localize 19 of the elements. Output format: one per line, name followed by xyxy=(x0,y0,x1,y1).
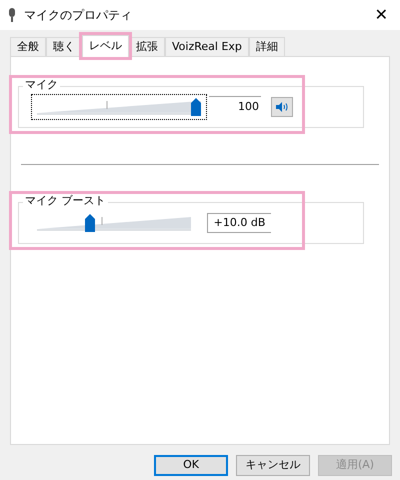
close-button[interactable]: ✕ xyxy=(374,7,388,23)
dialog-button[interactable]: OK xyxy=(154,455,228,476)
tab[interactable]: 聴く xyxy=(46,37,82,56)
microphone-icon xyxy=(8,8,16,22)
window-title: マイクのプロパティ xyxy=(24,7,132,24)
value-field[interactable]: 100 xyxy=(209,96,261,118)
dialog-button[interactable]: キャンセル xyxy=(236,455,310,476)
group-title: マイク ブースト xyxy=(23,195,108,206)
tab[interactable]: 全般 xyxy=(10,37,46,56)
speaker-button[interactable] xyxy=(271,97,293,117)
tab[interactable]: 詳細 xyxy=(248,37,285,56)
slider-thumb[interactable] xyxy=(191,98,201,116)
value-field[interactable]: +10.0 dB xyxy=(207,213,271,233)
slider-thumb[interactable] xyxy=(84,214,95,232)
tab[interactable]: レベル xyxy=(82,35,129,57)
speaker-icon xyxy=(276,102,288,112)
group-title: マイク xyxy=(23,79,60,90)
tab[interactable]: 拡張 xyxy=(129,37,165,56)
tab[interactable]: VoizReal Exp xyxy=(165,37,249,56)
